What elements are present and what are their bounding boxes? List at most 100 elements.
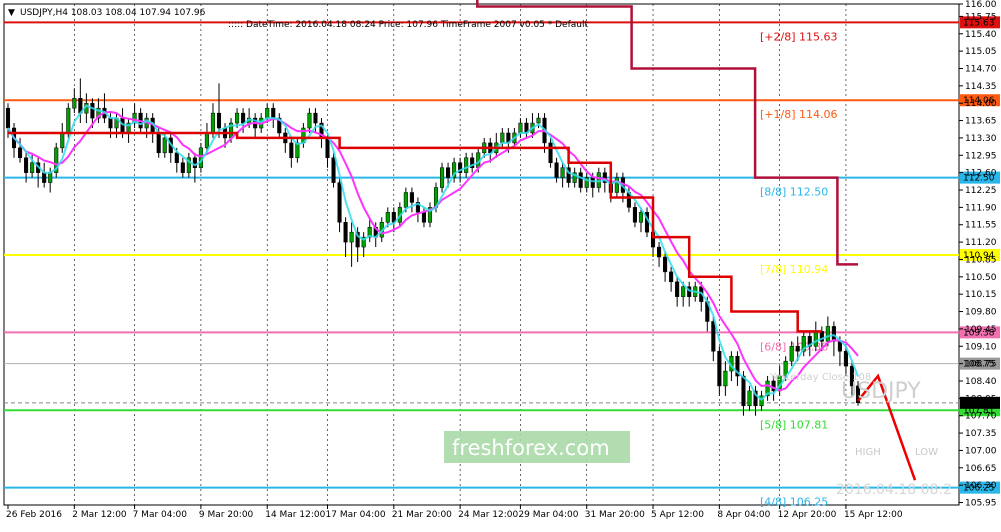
time-label: 8 Apr 04:00 bbox=[717, 510, 770, 520]
price-label: 109.45 bbox=[965, 325, 997, 335]
candle-body bbox=[723, 370, 728, 387]
time-label: 24 Mar 12:00 bbox=[458, 510, 518, 520]
candle-body bbox=[560, 167, 565, 178]
time-label: 9 Mar 20:00 bbox=[199, 510, 254, 520]
candle-body bbox=[331, 157, 336, 183]
symbol-header: USDJPY,H4 108.03 108.04 107.94 107.96 bbox=[20, 8, 206, 18]
candle-body bbox=[385, 212, 390, 223]
candle-body bbox=[156, 132, 161, 154]
candle-body bbox=[831, 326, 836, 342]
price-label: 112.95 bbox=[965, 151, 997, 161]
candle-body bbox=[162, 137, 167, 154]
time-label: 12 Apr 20:00 bbox=[778, 510, 837, 520]
time-label: 17 Mar 04:00 bbox=[326, 510, 386, 520]
candle-body bbox=[48, 172, 53, 183]
candle-body bbox=[42, 172, 47, 183]
price-label: 106.65 bbox=[965, 464, 997, 474]
candle-body bbox=[307, 112, 312, 129]
price-label: 113.65 bbox=[965, 117, 997, 127]
candle-body bbox=[66, 107, 71, 134]
candle-body bbox=[337, 182, 342, 223]
price-label: 112.25 bbox=[965, 186, 997, 196]
price-label: 115.40 bbox=[965, 30, 997, 40]
level-label: [7/8] 110.94 bbox=[760, 263, 828, 276]
candle-body bbox=[18, 147, 23, 159]
candle-body bbox=[590, 177, 595, 188]
candle-body bbox=[747, 390, 752, 407]
candle-body bbox=[5, 107, 11, 129]
candle-body bbox=[681, 286, 686, 297]
price-label: 107.00 bbox=[965, 446, 997, 456]
candle-body bbox=[669, 271, 674, 283]
candle-body bbox=[843, 350, 848, 367]
candle-body bbox=[30, 162, 35, 173]
chart-menu-icon[interactable]: ▼ bbox=[8, 8, 15, 18]
chart-window[interactable]: [+2/8] 115.63 115.63 [+1/8] 114.06 114.06 [8… bbox=[0, 0, 1001, 528]
price-label: 111.20 bbox=[965, 238, 997, 248]
candle-body bbox=[265, 107, 270, 119]
time-label: 2 Mar 12:00 bbox=[72, 510, 127, 520]
candle-body bbox=[464, 157, 469, 173]
level-label: [5/8] 107.81 bbox=[760, 418, 828, 431]
candle-body bbox=[439, 167, 445, 188]
candle-body bbox=[578, 172, 583, 188]
time-label: 21 Mar 20:00 bbox=[392, 510, 452, 520]
candle-body bbox=[90, 102, 95, 119]
time-label: 26 Feb 2016 bbox=[6, 510, 62, 520]
candle-body bbox=[180, 162, 185, 173]
candle-body bbox=[349, 231, 354, 243]
time-label: 15 Apr 12:00 bbox=[844, 510, 903, 520]
candle-body bbox=[657, 246, 662, 258]
candle-body bbox=[24, 157, 29, 173]
candle-body bbox=[216, 112, 222, 129]
price-label: 113.30 bbox=[965, 134, 997, 144]
price-label: 114.70 bbox=[965, 64, 997, 74]
candle-body bbox=[325, 137, 330, 159]
price-label: 115.75 bbox=[965, 12, 997, 22]
level-label: [+1/8] 114.06 bbox=[760, 108, 838, 121]
candle-body bbox=[825, 326, 830, 342]
candle-body bbox=[174, 152, 179, 163]
low-label: LOW bbox=[915, 447, 938, 458]
candle-body bbox=[235, 112, 240, 124]
candle-body bbox=[741, 375, 746, 407]
candle-body bbox=[313, 112, 318, 124]
price-label: 106.30 bbox=[965, 481, 997, 491]
time-label: 14 Mar 12:00 bbox=[265, 510, 325, 520]
candle-body bbox=[638, 212, 644, 223]
price-label: 110.85 bbox=[965, 255, 997, 265]
level-label: [4/8] 106.25 bbox=[760, 496, 828, 509]
candle-body bbox=[675, 281, 680, 297]
yesterday-close-label: Yesterday Close 108 bbox=[769, 372, 871, 383]
candle-body bbox=[717, 350, 722, 387]
price-label: 107.70 bbox=[965, 412, 997, 422]
candle-body bbox=[795, 346, 800, 352]
candle-body bbox=[500, 132, 505, 144]
high-label: HIGH bbox=[855, 447, 881, 458]
candle-body bbox=[343, 222, 348, 243]
price-label: 109.10 bbox=[965, 342, 997, 352]
candle-body bbox=[614, 177, 619, 193]
candle-body bbox=[518, 122, 523, 134]
time-label: 5 Apr 12:00 bbox=[651, 510, 704, 520]
price-label: 107.35 bbox=[965, 429, 997, 439]
candle-body bbox=[711, 321, 716, 352]
candle-body bbox=[60, 132, 65, 149]
level-label: [8/8] 112.50 bbox=[760, 186, 828, 199]
candle-body bbox=[289, 142, 294, 159]
candle-body bbox=[789, 346, 794, 362]
candle-body bbox=[813, 331, 818, 347]
candle-body bbox=[403, 192, 408, 208]
info-header: ::::: DateTime: 2016.04.18 08:24 Price: … bbox=[228, 20, 588, 30]
price-label: 116.00 bbox=[965, 0, 997, 10]
candle-body bbox=[271, 107, 276, 119]
price-label: 111.90 bbox=[965, 203, 997, 213]
price-label: 110.15 bbox=[965, 290, 997, 300]
price-label: 114.35 bbox=[965, 82, 997, 92]
candle-body bbox=[72, 97, 77, 109]
price-label: 108.75 bbox=[965, 360, 997, 370]
candle-body bbox=[548, 142, 553, 163]
price-chart[interactable]: [+2/8] 115.63115.63[+1/8] 114.06114.06[8… bbox=[0, 0, 1001, 528]
time-label: 7 Mar 04:00 bbox=[133, 510, 188, 520]
candle-body bbox=[663, 256, 668, 273]
